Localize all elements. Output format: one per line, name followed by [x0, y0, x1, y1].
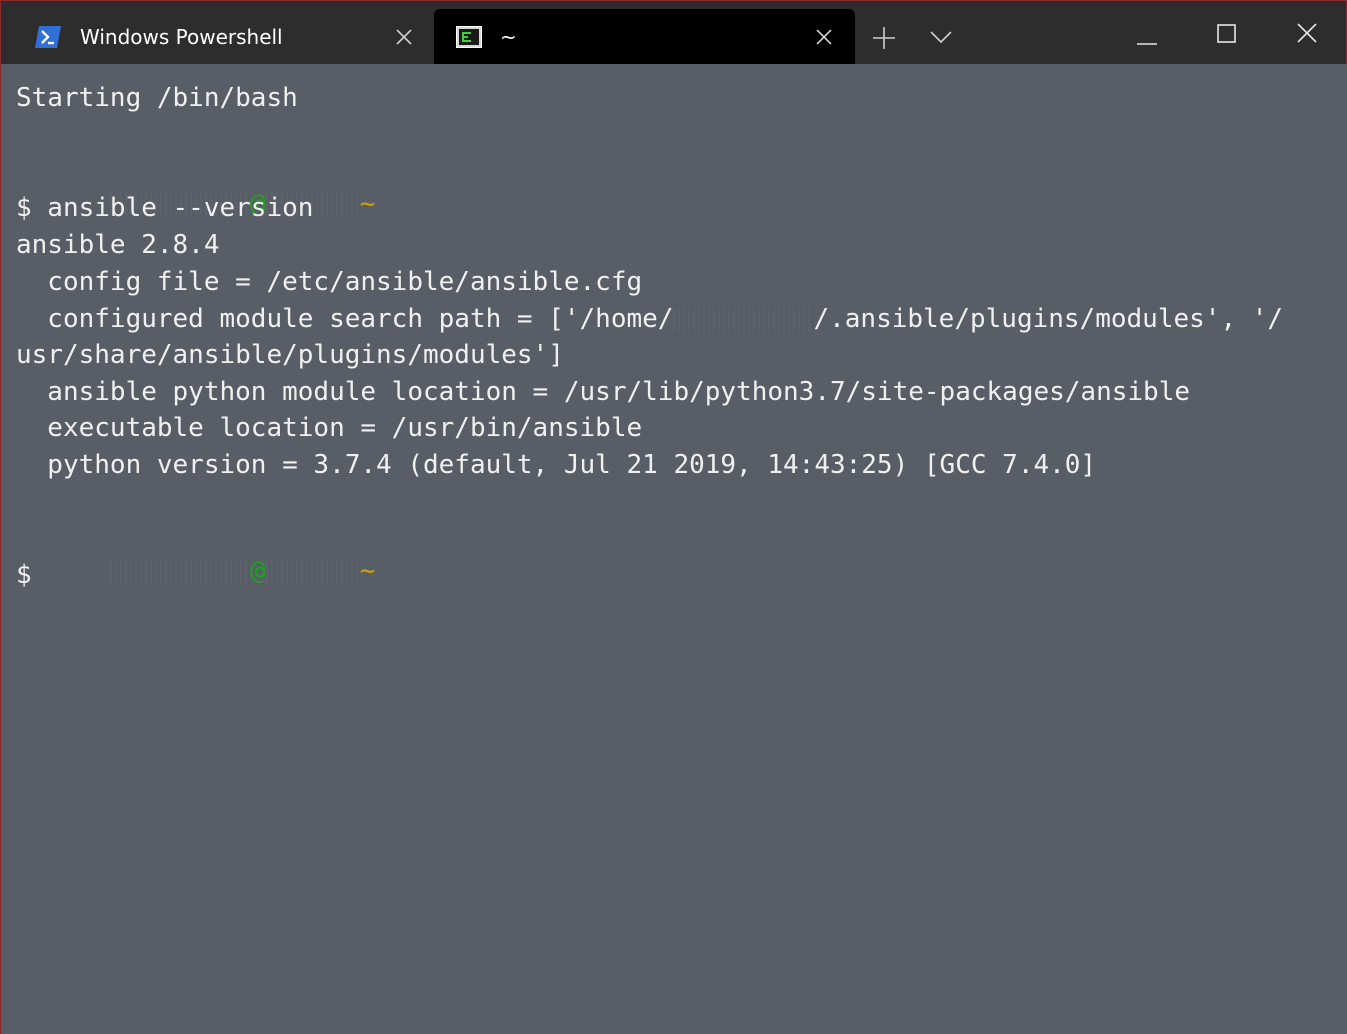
- terminal-line: config file = /etc/ansible/ansible.cfg: [16, 267, 643, 297]
- terminal-line: python version = 3.7.4 (default, Jul 21 …: [16, 450, 1097, 480]
- prompt-path: ~: [359, 556, 376, 586]
- terminal-line: Starting /bin/bash: [16, 83, 298, 113]
- redacted-host: [265, 558, 360, 585]
- terminal-icon: [456, 26, 482, 48]
- tab-label: ~: [500, 25, 517, 49]
- close-icon[interactable]: [1297, 23, 1317, 43]
- command-line: $ ansible --version: [16, 193, 314, 223]
- terminal-line: configured module search path = ['/home/…: [16, 303, 1283, 335]
- prompt-line: @ ~: [16, 156, 375, 219]
- plus-icon[interactable]: [872, 26, 896, 50]
- title-bar: Windows Powershell ~: [1, 1, 1346, 64]
- chevron-down-icon[interactable]: [930, 30, 952, 44]
- prompt-at: @: [249, 556, 266, 586]
- prompt-path: ~: [359, 189, 376, 219]
- cursor-line[interactable]: $: [16, 559, 32, 591]
- close-icon[interactable]: [394, 27, 414, 47]
- terminal-line: usr/share/ansible/plugins/modules']: [16, 340, 564, 370]
- close-icon[interactable]: [814, 27, 834, 47]
- powershell-icon: [35, 26, 61, 48]
- prompt-line: @ ~: [16, 523, 375, 586]
- terminal-line: executable location = /usr/bin/ansible: [16, 413, 643, 443]
- terminal-window: Windows Powershell ~ Starting /bin/bash …: [0, 0, 1347, 1034]
- tab-bash[interactable]: ~: [434, 9, 855, 64]
- terminal-output[interactable]: Starting /bin/bash @ ~ $ ansible --versio…: [2, 64, 1347, 1034]
- tab-windows-powershell[interactable]: Windows Powershell: [1, 9, 433, 64]
- minimize-icon[interactable]: [1137, 32, 1157, 45]
- maximize-icon[interactable]: [1217, 24, 1236, 43]
- redacted-user: [673, 306, 814, 333]
- redacted-user: [109, 558, 250, 585]
- module-path-end: /.ansible/plugins/modules', '/: [813, 304, 1284, 334]
- tab-label: Windows Powershell: [80, 25, 283, 49]
- terminal-line: ansible 2.8.4: [16, 230, 220, 260]
- module-path-start: configured module search path = ['/home/: [16, 304, 674, 334]
- terminal-line: ansible python module location = /usr/li…: [16, 377, 1190, 407]
